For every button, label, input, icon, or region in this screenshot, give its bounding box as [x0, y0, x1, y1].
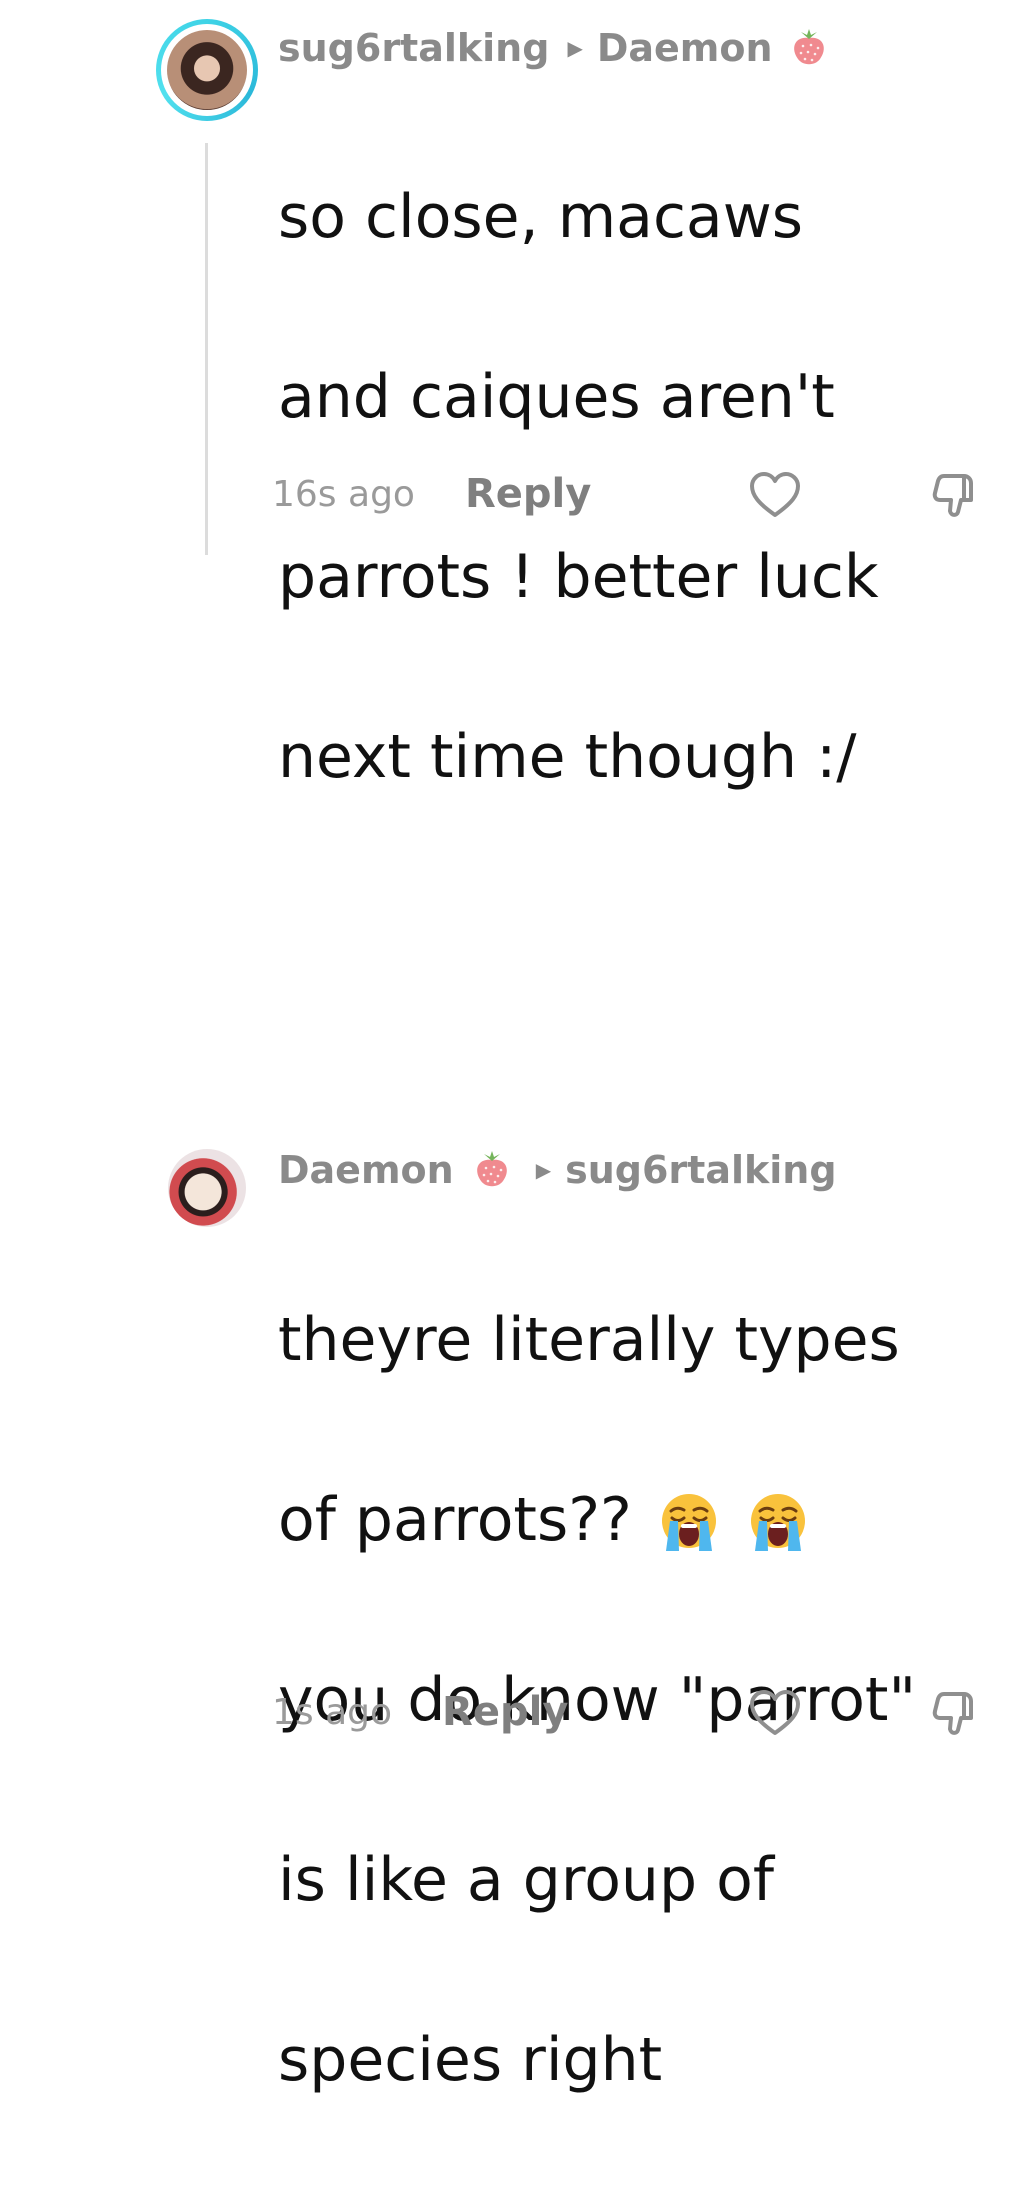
loudly-crying-face-icon [661, 1494, 716, 1552]
loudly-crying-face-icon [751, 1494, 806, 1552]
comment-footer: 1s ago Reply [272, 1682, 992, 1742]
strawberry-icon [476, 1151, 507, 1187]
caret-right-icon: ▶ [535, 1158, 552, 1182]
comment-line: and caiques aren't [278, 362, 835, 432]
comment-footer: 16s ago Reply [272, 464, 992, 524]
reply-to-name[interactable]: sug6rtalking [565, 1148, 836, 1192]
avatar[interactable] [168, 1149, 246, 1227]
comment-line: of parrots?? [278, 1475, 998, 1565]
author-name[interactable]: sug6rtalking [278, 26, 549, 70]
heart-outline-icon[interactable] [748, 470, 802, 520]
comment-line: so close, macaws [278, 182, 804, 252]
comment-2: Daemon ▶ sug6rtalking theyre literally t… [0, 560, 1027, 2095]
comment-header: sug6rtalking ▶ Daemon [278, 24, 831, 72]
timestamp: 16s ago [272, 473, 415, 515]
thumbs-down-icon[interactable] [928, 1688, 982, 1738]
heart-outline-icon[interactable] [748, 1688, 802, 1738]
timestamp: 1s ago [272, 1691, 393, 1733]
thumbs-down-icon[interactable] [928, 470, 982, 520]
comment-line: species right [278, 2025, 663, 2095]
thread-line [205, 143, 208, 555]
comment-header: Daemon ▶ sug6rtalking [278, 1146, 837, 1194]
reply-to-name[interactable]: Daemon [597, 26, 773, 70]
author-name[interactable]: Daemon [278, 1148, 454, 1192]
comment-1: sug6rtalking ▶ Daemon so close, macaws a… [0, 0, 1027, 792]
comment-line: theyre literally types [278, 1305, 900, 1375]
reply-button[interactable]: Reply [465, 471, 591, 517]
comment-line: is like a group of [278, 1845, 774, 1915]
avatar[interactable] [167, 30, 247, 110]
strawberry-icon [793, 29, 824, 65]
caret-right-icon: ▶ [567, 36, 583, 60]
reply-button[interactable]: Reply [442, 1689, 568, 1735]
comment-line-text: of parrots?? [278, 1485, 632, 1555]
